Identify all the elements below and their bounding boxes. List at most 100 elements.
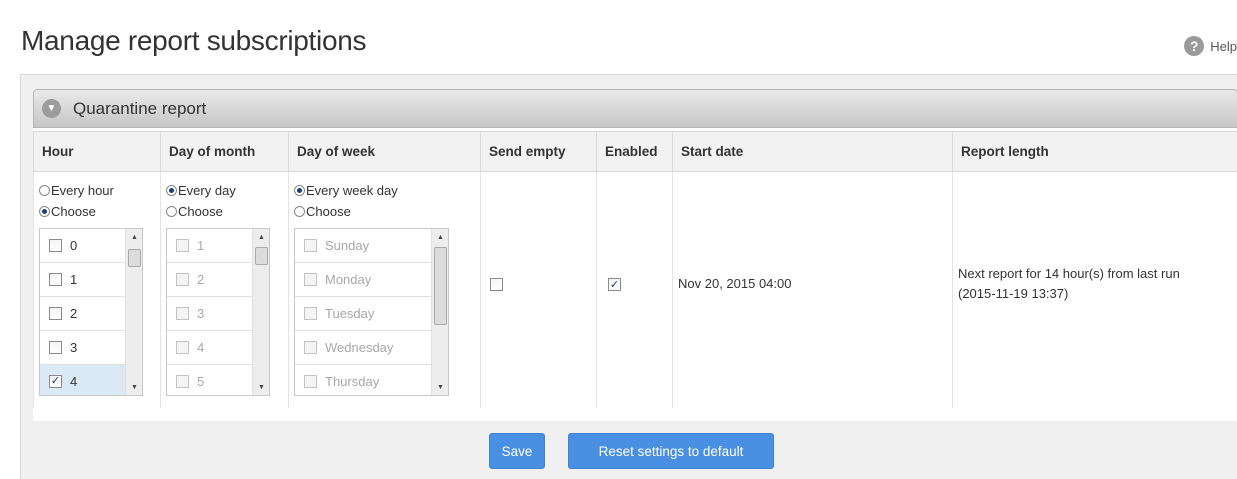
list-item-label: 2 xyxy=(70,306,78,321)
list-item: 1 xyxy=(167,229,253,263)
page-title: Manage report subscriptions xyxy=(21,25,367,56)
list-item: 4 xyxy=(167,331,253,365)
radio-choose-hour[interactable]: Choose xyxy=(39,201,114,222)
list-item[interactable]: ✓ 4 xyxy=(40,365,126,395)
list-item-label: 3 xyxy=(197,306,205,321)
column-header-send-empty: Send empty xyxy=(480,131,597,172)
hour-cell: Every hour Choose 0 1 2 3 ✓ 4 ▲ ▼ xyxy=(33,171,161,408)
checkbox[interactable] xyxy=(49,307,62,320)
day-of-week-listbox[interactable]: Sunday Monday Tuesday Wednesday Thursday… xyxy=(294,228,449,396)
radio-every-hour[interactable]: Every hour xyxy=(39,180,114,201)
send-empty-checkbox[interactable] xyxy=(490,278,503,291)
checkbox xyxy=(304,273,317,286)
day-of-month-listbox[interactable]: 1 2 3 4 5 ▲ ▼ xyxy=(166,228,270,396)
list-item: Thursday xyxy=(295,365,431,395)
checkbox[interactable] xyxy=(49,239,62,252)
radio-button[interactable] xyxy=(39,206,50,217)
column-header-report-length: Report length xyxy=(952,131,1237,172)
checkbox xyxy=(176,273,189,286)
checkmark-icon: ✓ xyxy=(609,279,620,291)
radio-button[interactable] xyxy=(166,185,177,196)
list-item-label: 4 xyxy=(70,374,78,389)
checkbox xyxy=(176,341,189,354)
settings-panel: ▼ Quarantine report Hour Day of month Da… xyxy=(20,74,1237,479)
list-item-label: 4 xyxy=(197,340,205,355)
list-item[interactable]: 2 xyxy=(40,297,126,331)
list-item-label: Wednesday xyxy=(325,340,394,355)
column-header-day-of-week: Day of week xyxy=(288,131,481,172)
radio-button[interactable] xyxy=(294,206,305,217)
list-item-label: 1 xyxy=(70,272,78,287)
list-item[interactable]: 3 xyxy=(40,331,126,365)
subscription-table: Hour Day of month Day of week Send empty… xyxy=(33,131,1237,408)
radio-button[interactable] xyxy=(39,185,50,196)
list-item: Sunday xyxy=(295,229,431,263)
scroll-up-arrow-icon[interactable]: ▲ xyxy=(432,229,448,245)
radio-label: Choose xyxy=(306,204,351,219)
scrollbar-thumb[interactable] xyxy=(128,249,141,267)
list-item-label: Sunday xyxy=(325,238,370,253)
checkbox[interactable]: ✓ xyxy=(49,375,62,388)
checkbox xyxy=(176,375,189,388)
hour-listbox[interactable]: 0 1 2 3 ✓ 4 ▲ ▼ xyxy=(39,228,143,396)
checkbox xyxy=(304,307,317,320)
table-header-row: Hour Day of month Day of week Send empty… xyxy=(33,131,1237,172)
help-icon: ? xyxy=(1184,36,1205,56)
scroll-down-arrow-icon[interactable]: ▼ xyxy=(253,379,269,395)
report-length-line: Next report for 14 hour(s) from last run xyxy=(958,266,1180,281)
checkbox xyxy=(176,239,189,252)
radio-label: Choose xyxy=(178,204,223,219)
radio-every-week-day[interactable]: Every week day xyxy=(294,180,398,201)
scroll-down-arrow-icon[interactable]: ▼ xyxy=(126,379,142,395)
list-item: 2 xyxy=(167,263,253,297)
quarantine-report-panel: ▼ Quarantine report Hour Day of month Da… xyxy=(33,89,1237,421)
checkbox xyxy=(304,341,317,354)
scroll-up-arrow-icon[interactable]: ▲ xyxy=(253,229,269,245)
scroll-down-arrow-icon[interactable]: ▼ xyxy=(432,379,448,395)
scrollbar-thumb[interactable] xyxy=(434,247,447,325)
list-item: 5 xyxy=(167,365,253,395)
checkbox xyxy=(176,307,189,320)
scroll-up-arrow-icon[interactable]: ▲ xyxy=(126,229,142,245)
radio-choose-week-day[interactable]: Choose xyxy=(294,201,398,222)
list-item: Tuesday xyxy=(295,297,431,331)
list-item: Monday xyxy=(295,263,431,297)
help-link[interactable]: ? Help xyxy=(1184,36,1237,56)
reset-settings-button[interactable]: Reset settings to default xyxy=(568,433,774,469)
chevron-down-icon[interactable]: ▼ xyxy=(42,99,61,118)
start-date-value: Nov 20, 2015 04:00 xyxy=(678,276,792,291)
send-empty-cell xyxy=(480,171,597,408)
checkbox[interactable] xyxy=(49,341,62,354)
list-item[interactable]: 0 xyxy=(40,229,126,263)
radio-choose-day[interactable]: Choose xyxy=(166,201,236,222)
radio-every-day[interactable]: Every day xyxy=(166,180,236,201)
checkbox[interactable] xyxy=(49,273,62,286)
list-item: Wednesday xyxy=(295,331,431,365)
scrollbar[interactable]: ▲ ▼ xyxy=(252,229,269,395)
report-length-value: Next report for 14 hour(s) from last run… xyxy=(958,264,1233,304)
list-item[interactable]: 1 xyxy=(40,263,126,297)
list-item: 3 xyxy=(167,297,253,331)
scrollbar-thumb[interactable] xyxy=(255,247,268,265)
list-item-label: Tuesday xyxy=(325,306,375,321)
save-button[interactable]: Save xyxy=(489,433,545,469)
radio-label: Every day xyxy=(178,183,236,198)
list-item-label: Thursday xyxy=(325,374,380,389)
start-date-cell: Nov 20, 2015 04:00 xyxy=(672,171,953,408)
list-item-label: 3 xyxy=(70,340,78,355)
list-item-label: 0 xyxy=(70,238,78,253)
column-header-hour: Hour xyxy=(33,131,161,172)
help-label: Help xyxy=(1210,38,1237,54)
radio-button[interactable] xyxy=(166,206,177,217)
scrollbar[interactable]: ▲ ▼ xyxy=(431,229,448,395)
checkbox xyxy=(304,239,317,252)
report-length-cell: Next report for 14 hour(s) from last run… xyxy=(952,171,1237,408)
section-header-quarantine-report[interactable]: ▼ Quarantine report xyxy=(33,89,1237,128)
enabled-checkbox[interactable]: ✓ xyxy=(608,278,621,291)
checkbox xyxy=(304,375,317,388)
radio-button[interactable] xyxy=(294,185,305,196)
scrollbar[interactable]: ▲ ▼ xyxy=(125,229,142,395)
list-item-label: 1 xyxy=(197,238,205,253)
section-title: Quarantine report xyxy=(73,98,207,118)
radio-label: Every week day xyxy=(306,183,398,198)
